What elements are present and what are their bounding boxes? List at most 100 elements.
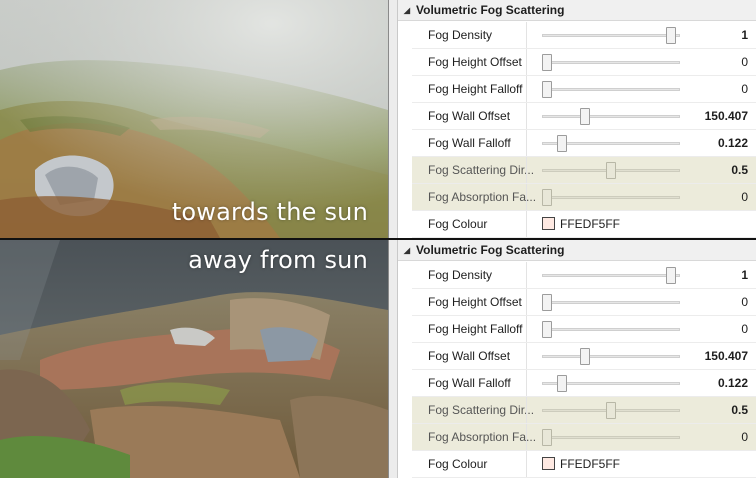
property-value[interactable]: 0 — [741, 430, 748, 444]
slider-thumb[interactable] — [606, 402, 616, 419]
slider-thumb[interactable] — [666, 27, 677, 44]
property-label: Fog Wall Offset — [428, 349, 511, 363]
colour-hex-value[interactable]: FFEDF5FF — [560, 457, 620, 471]
property-value[interactable]: 0 — [741, 82, 748, 96]
property-value[interactable]: 150.407 — [705, 349, 748, 363]
slider-thumb[interactable] — [580, 348, 591, 365]
column-divider — [526, 397, 527, 423]
colour-swatch[interactable] — [542, 217, 555, 230]
value-slider[interactable] — [542, 103, 680, 129]
column-divider — [526, 424, 527, 450]
slider-thumb[interactable] — [580, 108, 591, 125]
property-label: Fog Scattering Dir... — [428, 403, 535, 417]
property-label: Fog Density — [428, 28, 493, 42]
property-row-fog-wall-offset: Fog Wall Offset 150.407 — [412, 103, 756, 130]
slider-track[interactable] — [542, 274, 680, 277]
slider-thumb[interactable] — [557, 375, 568, 392]
slider-track[interactable] — [542, 196, 680, 199]
splitter[interactable] — [388, 240, 398, 478]
property-row-fog-height-falloff: Fog Height Falloff 0 — [412, 76, 756, 103]
property-row-fog-colour: Fog Colour FFEDF5FF — [412, 451, 756, 478]
colour-swatch[interactable] — [542, 457, 555, 470]
slider-track[interactable] — [542, 355, 680, 358]
value-slider[interactable] — [542, 76, 680, 102]
property-value[interactable]: 150.407 — [705, 109, 748, 123]
slider-thumb[interactable] — [666, 267, 677, 284]
property-value[interactable]: 0 — [741, 295, 748, 309]
splitter[interactable] — [388, 0, 398, 238]
collapse-triangle-icon[interactable]: ◢ — [398, 246, 416, 255]
column-divider — [526, 211, 527, 237]
property-row-fog-colour: Fog Colour FFEDF5FF — [412, 211, 756, 238]
value-slider[interactable] — [542, 370, 680, 396]
value-slider[interactable] — [542, 289, 680, 315]
column-divider — [526, 370, 527, 396]
property-label: Fog Absorption Fa... — [428, 430, 537, 444]
viewport-towards-sun: towards the sun — [0, 0, 388, 238]
column-divider — [526, 22, 527, 48]
value-slider[interactable] — [542, 316, 680, 342]
value-slider[interactable] — [542, 343, 680, 369]
property-row-fog-height-offset: Fog Height Offset 0 — [412, 49, 756, 76]
slider-thumb[interactable] — [542, 54, 552, 71]
property-value[interactable]: 0.5 — [731, 403, 748, 417]
property-value[interactable]: 0.5 — [731, 163, 748, 177]
value-slider[interactable] — [542, 157, 680, 183]
property-label: Fog Colour — [428, 457, 488, 471]
column-divider — [526, 157, 527, 183]
slider-track[interactable] — [542, 436, 680, 439]
column-divider — [526, 103, 527, 129]
properties-panel: ◢ Volumetric Fog Scattering Fog Density 1… — [398, 240, 756, 478]
value-slider[interactable] — [542, 424, 680, 450]
property-rows: Fog Density 1 Fog Height Offset 0 Fog Height… — [412, 22, 756, 238]
property-label: Fog Scattering Dir... — [428, 163, 535, 177]
property-value[interactable]: 0 — [741, 55, 748, 69]
properties-panel: ◢ Volumetric Fog Scattering Fog Density 1… — [398, 0, 756, 238]
property-value[interactable]: 0.122 — [718, 376, 748, 390]
slider-track[interactable] — [542, 301, 680, 304]
value-slider[interactable] — [542, 184, 680, 210]
value-slider[interactable] — [542, 22, 680, 48]
section-title: Volumetric Fog Scattering — [416, 3, 565, 17]
value-slider[interactable] — [542, 262, 680, 288]
column-divider — [526, 184, 527, 210]
property-label: Fog Wall Offset — [428, 109, 511, 123]
property-value[interactable]: 0.122 — [718, 136, 748, 150]
property-label: Fog Height Falloff — [428, 322, 523, 336]
section-header[interactable]: ◢ Volumetric Fog Scattering — [398, 0, 756, 21]
property-value[interactable]: 0 — [741, 190, 748, 204]
slider-thumb[interactable] — [542, 189, 552, 206]
slider-track[interactable] — [542, 61, 680, 64]
property-value[interactable]: 1 — [741, 28, 748, 42]
property-value[interactable]: 0 — [741, 322, 748, 336]
column-divider — [526, 49, 527, 75]
property-value[interactable]: 1 — [741, 268, 748, 282]
slider-track[interactable] — [542, 115, 680, 118]
column-divider — [526, 289, 527, 315]
slider-thumb[interactable] — [542, 294, 552, 311]
property-label: Fog Height Falloff — [428, 82, 523, 96]
slider-thumb[interactable] — [542, 429, 552, 446]
property-label: Fog Density — [428, 268, 493, 282]
slider-track[interactable] — [542, 88, 680, 91]
column-divider — [526, 130, 527, 156]
property-row-fog-density: Fog Density 1 — [412, 22, 756, 49]
comparison-bottom: away from sun ◢ Volumetric Fog Scatterin… — [0, 240, 756, 478]
slider-thumb[interactable] — [606, 162, 616, 179]
value-slider[interactable] — [542, 49, 680, 75]
collapse-triangle-icon[interactable]: ◢ — [398, 6, 416, 15]
property-row-fog-scattering-dir: Fog Scattering Dir... 0.5 — [412, 157, 756, 184]
slider-thumb[interactable] — [557, 135, 568, 152]
property-row-fog-height-offset: Fog Height Offset 0 — [412, 289, 756, 316]
value-slider[interactable] — [542, 130, 680, 156]
colour-hex-value[interactable]: FFEDF5FF — [560, 217, 620, 231]
property-label: Fog Colour — [428, 217, 488, 231]
value-slider[interactable] — [542, 397, 680, 423]
property-row-fog-wall-falloff: Fog Wall Falloff 0.122 — [412, 130, 756, 157]
terrain-render-dark — [0, 240, 388, 478]
section-header[interactable]: ◢ Volumetric Fog Scattering — [398, 240, 756, 261]
slider-track[interactable] — [542, 34, 680, 37]
slider-track[interactable] — [542, 328, 680, 331]
slider-thumb[interactable] — [542, 321, 552, 338]
slider-thumb[interactable] — [542, 81, 552, 98]
